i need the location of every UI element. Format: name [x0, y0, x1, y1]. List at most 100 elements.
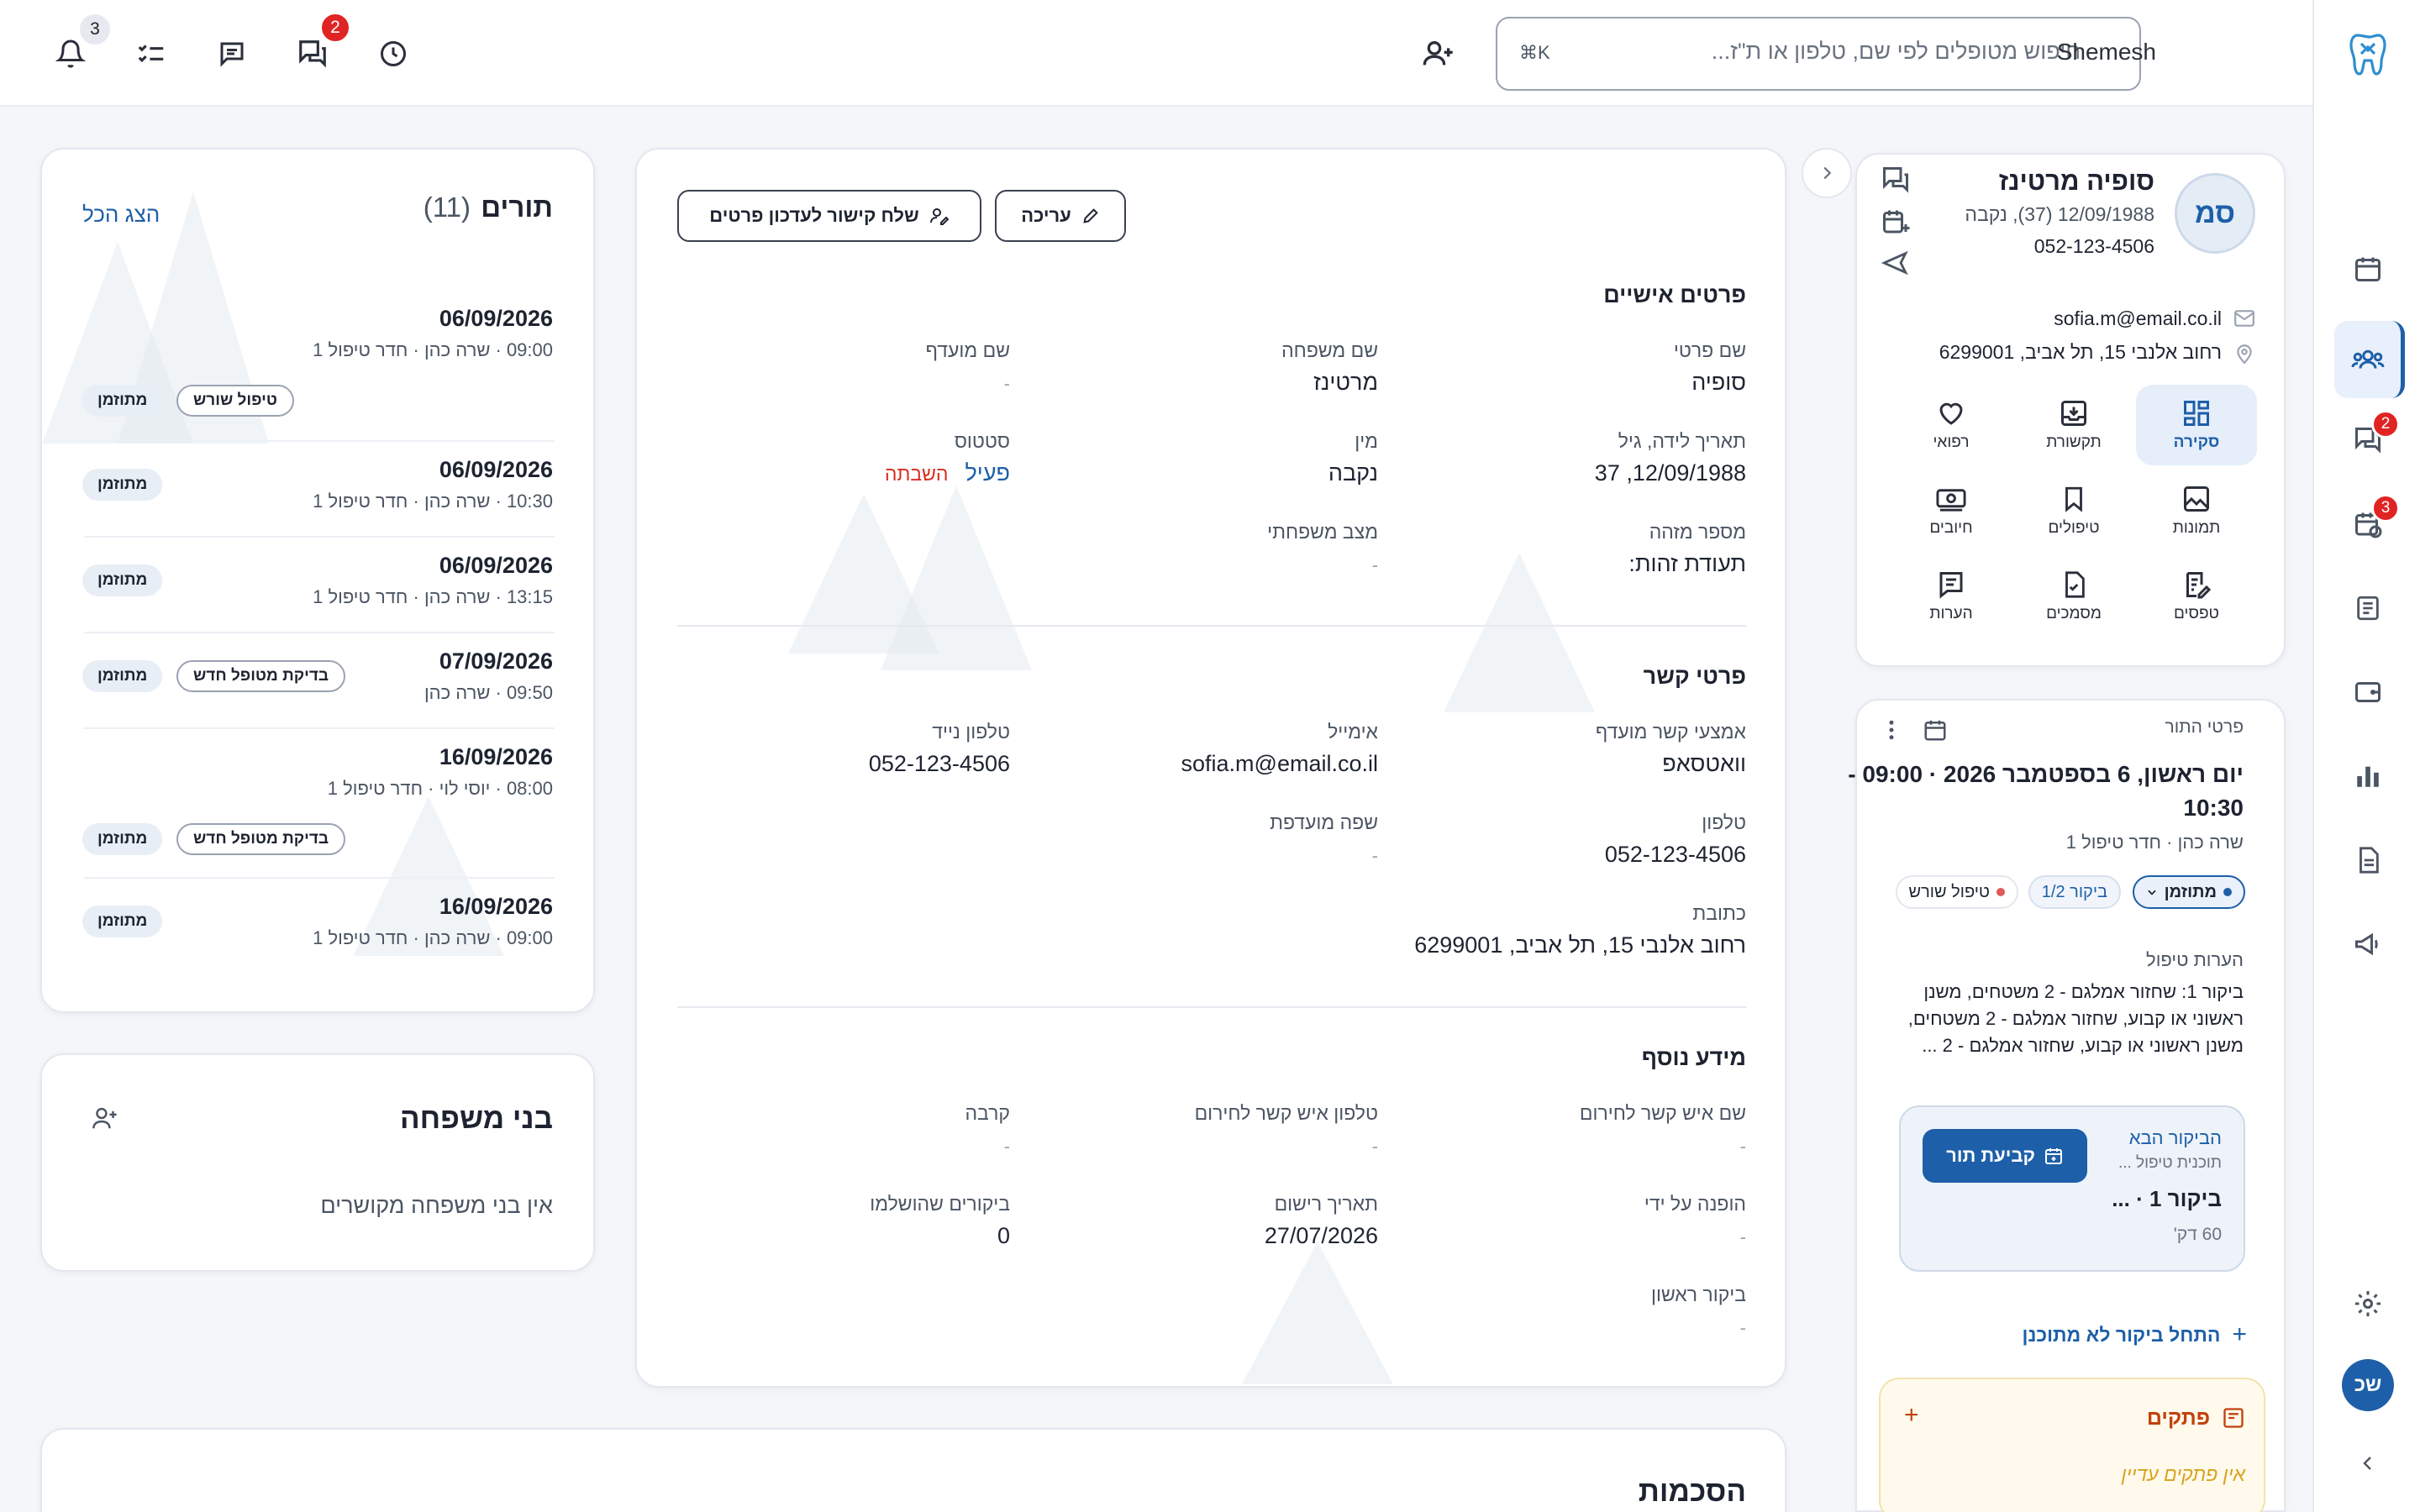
appointment-date[interactable]: 06/09/2026 [439, 457, 553, 483]
book-appointment-button[interactable]: קביעת תור [1923, 1129, 2087, 1183]
marital-label: מצב משפחתי [1267, 521, 1378, 543]
list-divider [84, 536, 555, 538]
appointment-date[interactable]: 16/09/2026 [439, 894, 553, 920]
notifications-count-badge: 3 [77, 12, 113, 47]
id-label: מספר מזהה [1649, 521, 1746, 543]
grid-icon [2184, 401, 2209, 426]
phone-label: טלפון [1702, 811, 1746, 833]
appointment-date[interactable]: 06/09/2026 [439, 553, 553, 579]
user-edit-icon [929, 208, 950, 225]
referred-value: - [1739, 1226, 1746, 1247]
appointment-title-line2: 10:30 [2183, 795, 2244, 821]
panel-toggle-button[interactable] [1802, 148, 1852, 198]
type-pill-label: טיפול שורש [1908, 882, 1990, 901]
status-suspend-link[interactable]: השבתה [885, 463, 949, 486]
appointment-title-line1: יום ראשון, 6 בספטמבר 2026 · 09:00 - [1848, 761, 2244, 787]
add-family-member-icon[interactable] [91, 1105, 119, 1131]
list-divider [84, 632, 555, 633]
edit-button[interactable]: עריכה [995, 190, 1126, 242]
patient-phone: 052-123-4506 [2033, 235, 2154, 257]
referred-label: הופנה על ידי [1644, 1193, 1746, 1215]
tooth-logo-icon[interactable] [2348, 34, 2388, 76]
appointment-detail-card: פרטי התור יום ראשון, 6 בספטמבר 2026 · 09… [1848, 699, 2286, 1512]
language-label: שפה מועדפת [1270, 811, 1378, 833]
analytics-chart-icon[interactable] [2348, 756, 2388, 796]
tickets-panel: פתקים + אין פתקים עדיין [1879, 1378, 2265, 1512]
list-divider [84, 727, 555, 729]
patient-avatar: סמ [2175, 173, 2255, 254]
next-visit-title: ביקור 1 · ... [2112, 1186, 2222, 1211]
settings-gear-icon[interactable] [2348, 1284, 2388, 1324]
wallet-icon[interactable] [2348, 672, 2388, 712]
show-all-link[interactable]: הצג הכל [82, 202, 160, 228]
first-visit-label: ביקור ראשון [1651, 1284, 1746, 1305]
status-value: פעיל השבתה [885, 460, 1010, 486]
plus-icon: + [2232, 1320, 2247, 1348]
id-value: תעודת זהות: [1628, 551, 1746, 576]
nav-tile-billing[interactable]: חיובים [1891, 470, 2012, 551]
next-visit-box: הביקור הבא תוכנית טיפול ... ביקור 1 · ..… [1899, 1105, 2245, 1272]
send-icon[interactable] [1881, 249, 1909, 277]
tasks-checklist-icon[interactable] [128, 30, 175, 77]
money-icon [1936, 489, 1966, 512]
appointment-date[interactable]: 16/09/2026 [439, 744, 553, 770]
rail-recalls-badge: 3 [2371, 494, 2400, 522]
nav-tile-forms[interactable]: טפסים [2136, 556, 2257, 637]
nav-tile-documents[interactable]: מסמכים [2013, 556, 2134, 637]
preferred-contact-label: אמצעי קשר מועדף [1595, 721, 1746, 743]
nav-tile-label: תקשורת [2046, 433, 2102, 451]
edit-button-label: עריכה [1021, 205, 1071, 226]
nav-tile-treatments[interactable]: טיפולים [2013, 470, 2134, 551]
nav-tile-label: תמונות [2172, 519, 2221, 537]
family-empty-text: אין בני משפחה מקושרים [320, 1193, 553, 1218]
documents-icon[interactable] [2348, 840, 2388, 880]
campaigns-megaphone-icon[interactable] [2348, 924, 2388, 964]
user-avatar[interactable]: שכ [2342, 1359, 2394, 1411]
patient-birth-line: 12/09/1988 (37), נקבה [1965, 203, 2154, 225]
type-dot-icon [1996, 888, 2005, 896]
appointment-details: 09:50 · שרה כהן [424, 682, 553, 703]
appointment-status-tag: מתוזמן [82, 564, 163, 596]
appointment-status-dropdown[interactable]: מתוזמן [2132, 875, 2245, 909]
nav-tile-medical[interactable]: רפואי [1891, 385, 2012, 465]
nav-tile-images[interactable]: תמונות [2136, 470, 2257, 551]
start-unplanned-visit-link[interactable]: + התחל ביקור לא מתוכנן [2023, 1320, 2247, 1349]
gender-value: נקבה [1328, 460, 1378, 486]
bookmark-icon [2065, 486, 2082, 512]
patients-icon[interactable] [2348, 339, 2388, 380]
schedule-calendar-icon[interactable] [1881, 207, 1911, 237]
relation-label: קרבה [965, 1102, 1010, 1124]
calendar-icon[interactable] [2348, 249, 2388, 289]
next-visit-label: הביקור הבא [2128, 1127, 2222, 1148]
nav-tile-communication[interactable]: תקשורת [2013, 385, 2134, 465]
dob-value: 12/09/1988, 37 [1594, 460, 1746, 486]
image-icon [2184, 486, 2209, 512]
appointment-calendar-icon[interactable] [1923, 717, 1948, 743]
nav-tile-notes[interactable]: הערות [1891, 556, 2012, 637]
more-options-icon[interactable] [1886, 717, 1897, 743]
location-pin-icon [2235, 343, 2254, 365]
appointments-list-card: תורים (11) הצג הכל 06/09/2026 09:00 · שר… [40, 148, 595, 1013]
history-clock-icon[interactable] [370, 30, 417, 77]
nav-tile-overview[interactable]: סקירה [2136, 385, 2257, 465]
side-navigation-rail: 2 3 שכ [2312, 0, 2420, 1512]
appointment-date[interactable]: 07/09/2026 [439, 648, 553, 675]
tickets-title: פתקים [2146, 1406, 2210, 1430]
reports-list-icon[interactable] [2348, 588, 2388, 628]
patient-name: סופיה מרטינז [1998, 166, 2154, 196]
emergency-name-label: שם איש קשר לחירום [1579, 1102, 1746, 1124]
add-patient-icon[interactable] [1415, 30, 1462, 77]
message-patient-icon[interactable] [1881, 165, 1911, 195]
appointment-details: 13:15 · שרה כהן · חדר טיפול 1 [313, 586, 553, 607]
pencil-icon [1083, 208, 1098, 223]
add-ticket-plus-icon[interactable]: + [1904, 1401, 1919, 1430]
appointment-date[interactable]: 06/09/2026 [439, 306, 553, 332]
patient-search-input[interactable]: ⌘K חיפוש מטופלים לפי שם, טלפון או ת"ז... [1496, 17, 2141, 91]
messages-icon[interactable] [208, 30, 255, 77]
collapse-chevron-icon[interactable] [2348, 1443, 2388, 1483]
patient-address: רחוב אלנבי 15, תל אביב, 6299001 [1939, 341, 2222, 363]
contact-section-title: פרטי קשר [1643, 664, 1746, 689]
send-update-link-button[interactable]: שלח קישור לעדכון פרטים [677, 190, 981, 242]
form-icon [2186, 572, 2212, 599]
treatment-notes-line: משנן ראשוני או קבוע, שחזור אמלגם - 2 ... [1922, 1035, 2244, 1056]
